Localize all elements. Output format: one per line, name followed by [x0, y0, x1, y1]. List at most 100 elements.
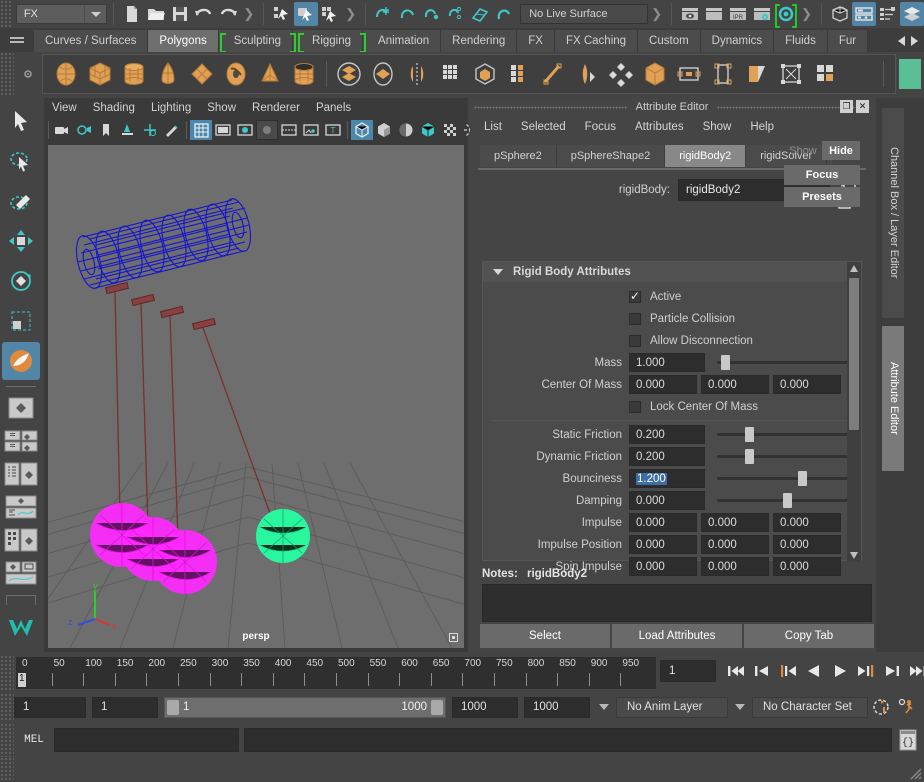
node-editor-icon[interactable] — [876, 2, 900, 26]
checkbox-particle-collision[interactable] — [629, 313, 641, 325]
show-button[interactable]: Show — [784, 141, 822, 160]
shelf-color-swatch[interactable] — [896, 54, 924, 94]
attribute-field[interactable]: 0.000 — [629, 375, 697, 394]
target-weld-icon[interactable] — [570, 57, 604, 91]
snap-to-grid-icon[interactable] — [372, 2, 396, 26]
smooth-icon[interactable] — [434, 57, 468, 91]
shelf-tab-fx[interactable]: FX — [517, 30, 555, 52]
attribute-field[interactable]: 0.000 — [773, 513, 841, 532]
film-origin-icon[interactable] — [278, 120, 300, 140]
attribute-tab-psphere2[interactable]: pSphere2 — [480, 145, 557, 167]
live-surface-field[interactable]: No Live Surface — [520, 4, 648, 24]
shaded-wireframe-icon[interactable] — [395, 120, 417, 140]
tab-attribute-editor[interactable]: Attribute Editor — [882, 326, 904, 471]
command-output-field[interactable] — [244, 728, 892, 752]
close-icon[interactable]: ✕ — [856, 100, 869, 113]
attribute-editor-menu-selected[interactable]: Selected — [521, 121, 566, 133]
attribute-field[interactable]: 0.000 — [773, 535, 841, 554]
viewport-menu-view[interactable]: View — [52, 102, 77, 114]
snap-to-projected-center-icon[interactable] — [444, 2, 468, 26]
camera-attributes-icon[interactable] — [51, 120, 73, 140]
time-slider[interactable]: 0501001502002503003504004505005506006507… — [16, 657, 656, 689]
smooth-shade-icon[interactable] — [373, 120, 395, 140]
command-line-grip[interactable] — [0, 723, 14, 757]
checkbox-allow-disconnection[interactable] — [629, 335, 641, 347]
anim-layer-combo[interactable]: No Anim Layer — [616, 697, 728, 718]
film-gate-icon[interactable] — [212, 120, 234, 140]
append-polygon-icon[interactable] — [706, 57, 740, 91]
new-scene-icon[interactable] — [120, 2, 144, 26]
bevel-icon[interactable] — [502, 57, 536, 91]
ae-button-copy-tab[interactable]: Copy Tab — [744, 624, 874, 648]
step-forward-frame-icon[interactable] — [882, 661, 902, 681]
attribute-editor-menu-show[interactable]: Show — [703, 121, 732, 133]
attribute-field[interactable]: 0.000 — [701, 513, 769, 532]
snap-to-point-icon[interactable] — [420, 2, 444, 26]
attribute-tab-psphereshape2[interactable]: pSphereShape2 — [557, 145, 666, 167]
paint-select-tool-icon[interactable] — [2, 182, 40, 220]
two-d-pan-zoom-icon[interactable] — [139, 120, 161, 140]
shelf-grip[interactable] — [0, 52, 14, 96]
help-line-grip[interactable] — [0, 757, 14, 782]
render-view-icon[interactable] — [774, 2, 798, 26]
select-by-hierarchy-icon[interactable] — [270, 2, 294, 26]
four-view-layout-icon[interactable] — [2, 426, 40, 456]
extrude-icon[interactable] — [468, 57, 502, 91]
viewport-resize-corner[interactable] — [449, 633, 458, 642]
playback-end-time-field[interactable]: 1000 — [452, 697, 518, 718]
quad-draw-icon[interactable] — [604, 57, 638, 91]
range-slider[interactable]: 1 1000 — [164, 697, 446, 718]
attribute-slider[interactable] — [717, 469, 849, 488]
focus-button[interactable]: Focus — [784, 165, 860, 185]
slider-knob[interactable] — [798, 471, 807, 486]
shelf-tab-custom[interactable]: Custom — [638, 30, 701, 52]
auto-keyframe-icon[interactable] — [868, 698, 894, 716]
shelf-tab-dynamics[interactable]: Dynamics — [701, 30, 774, 52]
slider-knob[interactable] — [745, 427, 754, 442]
title-safe-icon[interactable]: T — [322, 120, 344, 140]
render-settings-icon[interactable] — [750, 2, 774, 26]
ae-button-load-attributes[interactable]: Load Attributes — [612, 624, 742, 648]
status-line-expand-4[interactable]: ❯ — [798, 6, 815, 22]
shelf-tab-rigging[interactable]: Rigging — [301, 30, 363, 52]
current-frame-field[interactable]: 1 — [660, 660, 716, 682]
attribute-field[interactable]: 0.000 — [629, 535, 697, 554]
polygon-pipe-icon[interactable] — [287, 57, 321, 91]
layer-editor-icon[interactable] — [900, 2, 924, 26]
checkbox-lock-center-of-mass[interactable] — [629, 401, 641, 413]
snap-to-curve-icon[interactable] — [396, 2, 420, 26]
character-set-dropdown-icon[interactable] — [735, 704, 745, 710]
arrow-left-icon[interactable] — [898, 36, 905, 46]
slider-knob[interactable] — [783, 493, 792, 508]
grease-pencil-icon[interactable] — [161, 120, 183, 140]
command-input-field[interactable] — [54, 728, 239, 752]
fill-hole-icon[interactable] — [740, 57, 774, 91]
polygon-cylinder-icon[interactable] — [117, 57, 151, 91]
time-slider-grip[interactable] — [0, 655, 14, 691]
attribute-slider[interactable] — [717, 447, 849, 466]
select-tool-icon[interactable] — [2, 102, 40, 140]
notes-textarea[interactable] — [482, 584, 872, 622]
attribute-field[interactable]: 0.000 — [773, 375, 841, 394]
shelf-options-gear-icon[interactable] — [14, 67, 42, 81]
hamburger-icon[interactable] — [0, 28, 34, 52]
select-by-object-icon[interactable] — [294, 2, 318, 26]
snap-to-view-plane-icon[interactable] — [468, 2, 492, 26]
play-forwards-icon[interactable] — [830, 661, 850, 681]
polygon-plane-icon[interactable] — [185, 57, 219, 91]
chevron-down-icon[interactable] — [84, 5, 106, 23]
animation-preferences-icon[interactable] — [894, 698, 920, 716]
polygon-sphere-icon[interactable] — [49, 57, 83, 91]
status-line-grip[interactable] — [0, 0, 12, 28]
reduce-icon[interactable] — [774, 57, 808, 91]
shelf-tab-rendering[interactable]: Rendering — [441, 30, 517, 52]
polygon-torus-icon[interactable] — [219, 57, 253, 91]
attribute-field[interactable]: 0.000 — [701, 535, 769, 554]
attribute-editor-menu-focus[interactable]: Focus — [585, 121, 616, 133]
menu-set-selector[interactable]: FX — [16, 4, 108, 24]
attribute-field[interactable]: 0.000 — [629, 491, 705, 510]
go-to-start-icon[interactable] — [726, 661, 746, 681]
animation-end-time-field[interactable]: 1000 — [524, 697, 590, 718]
boolean-icon[interactable] — [366, 57, 400, 91]
attribute-field[interactable]: 1.000 — [629, 353, 705, 372]
